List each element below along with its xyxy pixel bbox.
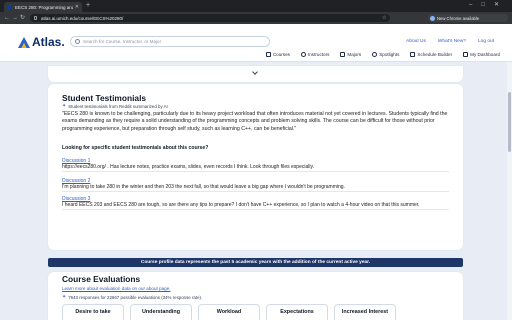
back-icon[interactable]: ← (4, 14, 10, 22)
nav-spotlights[interactable]: Spotlights (372, 52, 399, 57)
update-chrome-label: New Chrome available (437, 15, 480, 21)
nav-my-dashboard[interactable]: My Dashboard (463, 52, 500, 57)
response-rate-text: 7643 responses for 22667 possible evalua… (68, 294, 203, 300)
instructors-icon (300, 52, 306, 57)
update-chrome-button[interactable]: New Chrome available (428, 14, 508, 22)
nav-label: Instructors (307, 52, 330, 57)
previous-section-card (48, 66, 463, 82)
logo-text: Atlas. (32, 35, 65, 49)
site-info-icon[interactable] (34, 16, 37, 20)
nav-schedule-builder[interactable]: Schedule Builder (410, 52, 452, 57)
nav-courses[interactable]: Courses (265, 52, 290, 57)
course-profile-banner: Course profile data represents the past … (48, 258, 463, 267)
metric-expectations[interactable]: Expectations (266, 304, 328, 320)
address-bar[interactable]: atlas.ai.umich.edu/course/EECS%20280/ (30, 14, 390, 22)
evaluations-title: Course Evaluations (62, 274, 141, 284)
avatar (430, 15, 435, 21)
discussion-item: Discussion 3 I heard EECS 203 and EECS 2… (62, 196, 449, 210)
forward-icon[interactable]: → (12, 14, 18, 22)
window-controls[interactable]: –□✕ (469, 1, 508, 8)
site-header: Atlas. About Us What's New? Log out Cour… (0, 24, 512, 62)
nav-label: Schedule Builder (417, 52, 453, 57)
whats-new-link[interactable]: What's New? (438, 39, 466, 44)
calendar-icon (410, 52, 416, 57)
discussion-item: Discussion 1 https://eecs280.org/ . Has … (62, 158, 449, 172)
atlas-logo[interactable]: Atlas. (18, 35, 65, 49)
search-icon (75, 39, 80, 44)
new-tab-icon[interactable]: + (86, 2, 90, 10)
nav-instructors[interactable]: Instructors (300, 52, 330, 57)
search-input[interactable] (83, 39, 263, 44)
spotlights-icon (372, 52, 378, 57)
tab-title: EECS 280: Programming and In... (15, 4, 73, 10)
browser-tab[interactable]: EECS 280: Programming and In... ✕ (4, 2, 82, 12)
metric-label: Increased Interest (341, 309, 389, 315)
discussion-item: Discussion 2 I'm planning to take 280 in… (62, 178, 449, 192)
metric-label: Expectations (280, 309, 314, 315)
metric-desire-to-take[interactable]: Desire to take ♡ (62, 304, 124, 320)
browser-toolbar: ← → ↻ atlas.ai.umich.edu/course/EECS%202… (0, 12, 512, 24)
discussion-text: I heard EECS 203 and EECS 280 are tough,… (62, 202, 449, 210)
bookmark-star-icon[interactable]: ☆ (382, 15, 386, 21)
metric-workload[interactable]: Workload (198, 304, 260, 320)
main-nav: Courses Instructors Majors Spotlights Sc… (265, 52, 500, 57)
testimonials-title: Student Testimonials (62, 93, 147, 103)
sparkle-icon: ✦ (62, 103, 67, 109)
top-links: About Us What's New? Log out (406, 39, 494, 44)
metric-label: Understanding (141, 309, 181, 315)
nav-majors[interactable]: Majors (340, 52, 361, 57)
metric-increased-interest[interactable]: Increased Interest (334, 304, 396, 320)
courses-icon (265, 52, 271, 57)
discussion-text: I'm planning to take 280 in the winter a… (62, 184, 449, 192)
dashboard-icon (463, 52, 469, 57)
course-evaluations-card: Course Evaluations Learn more about eval… (48, 272, 463, 320)
testimonial-summary: "EECS 280 is known to be challenging, pa… (62, 111, 448, 132)
majors-icon (340, 52, 346, 57)
logout-link[interactable]: Log out (478, 39, 494, 44)
chevron-down-icon[interactable] (252, 69, 258, 75)
evaluation-about-link[interactable]: Learn more about evaluation data on our … (62, 286, 171, 291)
evaluation-metrics: Desire to take ♡ Understanding Workload … (62, 304, 396, 320)
evaluation-response-info: ✦ 7643 responses for 22667 possible eval… (62, 294, 202, 300)
scrollbar-thumb[interactable] (508, 92, 511, 152)
metric-understanding[interactable]: Understanding (130, 304, 192, 320)
site-favicon-icon (7, 4, 12, 10)
about-us-link[interactable]: About Us (406, 39, 426, 44)
page-scrollbar[interactable] (507, 62, 512, 320)
looking-for-testimonials-label: Looking for specific student testimonial… (62, 145, 209, 151)
student-testimonials-card: Student Testimonials ✦ Student testimoni… (48, 84, 463, 250)
metric-label: Desire to take (75, 309, 111, 315)
url-text: atlas.ai.umich.edu/course/EECS%20280/ (41, 15, 124, 21)
nav-label: Spotlights (379, 52, 400, 57)
atlas-logo-icon (18, 36, 30, 48)
ai-note-text: Student testimonials from Reddit summari… (68, 103, 168, 109)
nav-label: Courses (272, 52, 290, 57)
reload-icon[interactable]: ↻ (20, 14, 25, 22)
info-icon: ✦ (62, 294, 67, 300)
ai-summary-note: ✦ Student testimonials from Reddit summa… (62, 103, 168, 109)
nav-label: Majors (347, 52, 362, 57)
discussion-text: https://eecs280.org/ . Has lecture notes… (62, 164, 449, 172)
metric-label: Workload (216, 309, 242, 315)
search-bar[interactable] (70, 36, 270, 47)
nav-label: My Dashboard (470, 52, 500, 57)
browser-tab-bar: EECS 280: Programming and In... ✕ + –□✕ (0, 0, 512, 12)
close-tab-icon[interactable]: ✕ (75, 4, 79, 10)
